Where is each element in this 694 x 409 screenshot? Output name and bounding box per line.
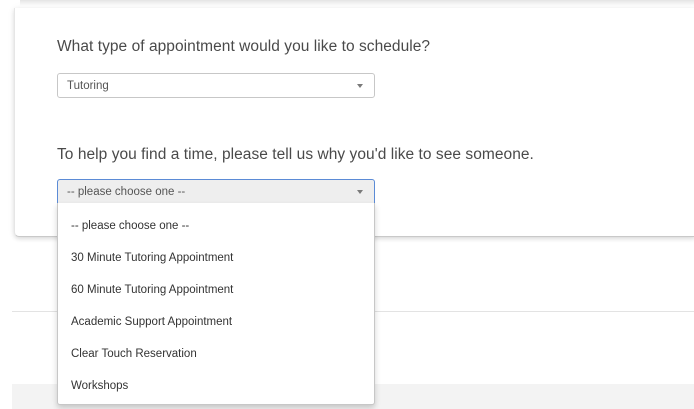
reason-select[interactable]: -- please choose one -- [57,179,375,204]
appointment-type-question: What type of appointment would you like … [57,38,431,55]
reason-question: To help you find a time, please tell us … [57,146,534,163]
dropdown-option[interactable]: Workshops [71,380,128,392]
dropdown-option[interactable]: Clear Touch Reservation [71,348,197,360]
card-top-shadow [20,0,694,6]
dropdown-option[interactable]: Academic Support Appointment [71,316,232,328]
reason-dropdown-list: -- please choose one -- 30 Minute Tutori… [57,203,375,405]
appointment-type-selected-value: Tutoring [67,80,109,92]
reason-selected-value: -- please choose one -- [67,186,186,198]
chevron-down-icon [357,190,363,194]
dropdown-option[interactable]: 60 Minute Tutoring Appointment [71,284,233,296]
dropdown-option[interactable]: 30 Minute Tutoring Appointment [71,252,233,264]
appointment-type-select[interactable]: Tutoring [57,73,375,98]
chevron-down-icon [357,84,363,88]
dropdown-option[interactable]: -- please choose one -- [71,220,189,232]
